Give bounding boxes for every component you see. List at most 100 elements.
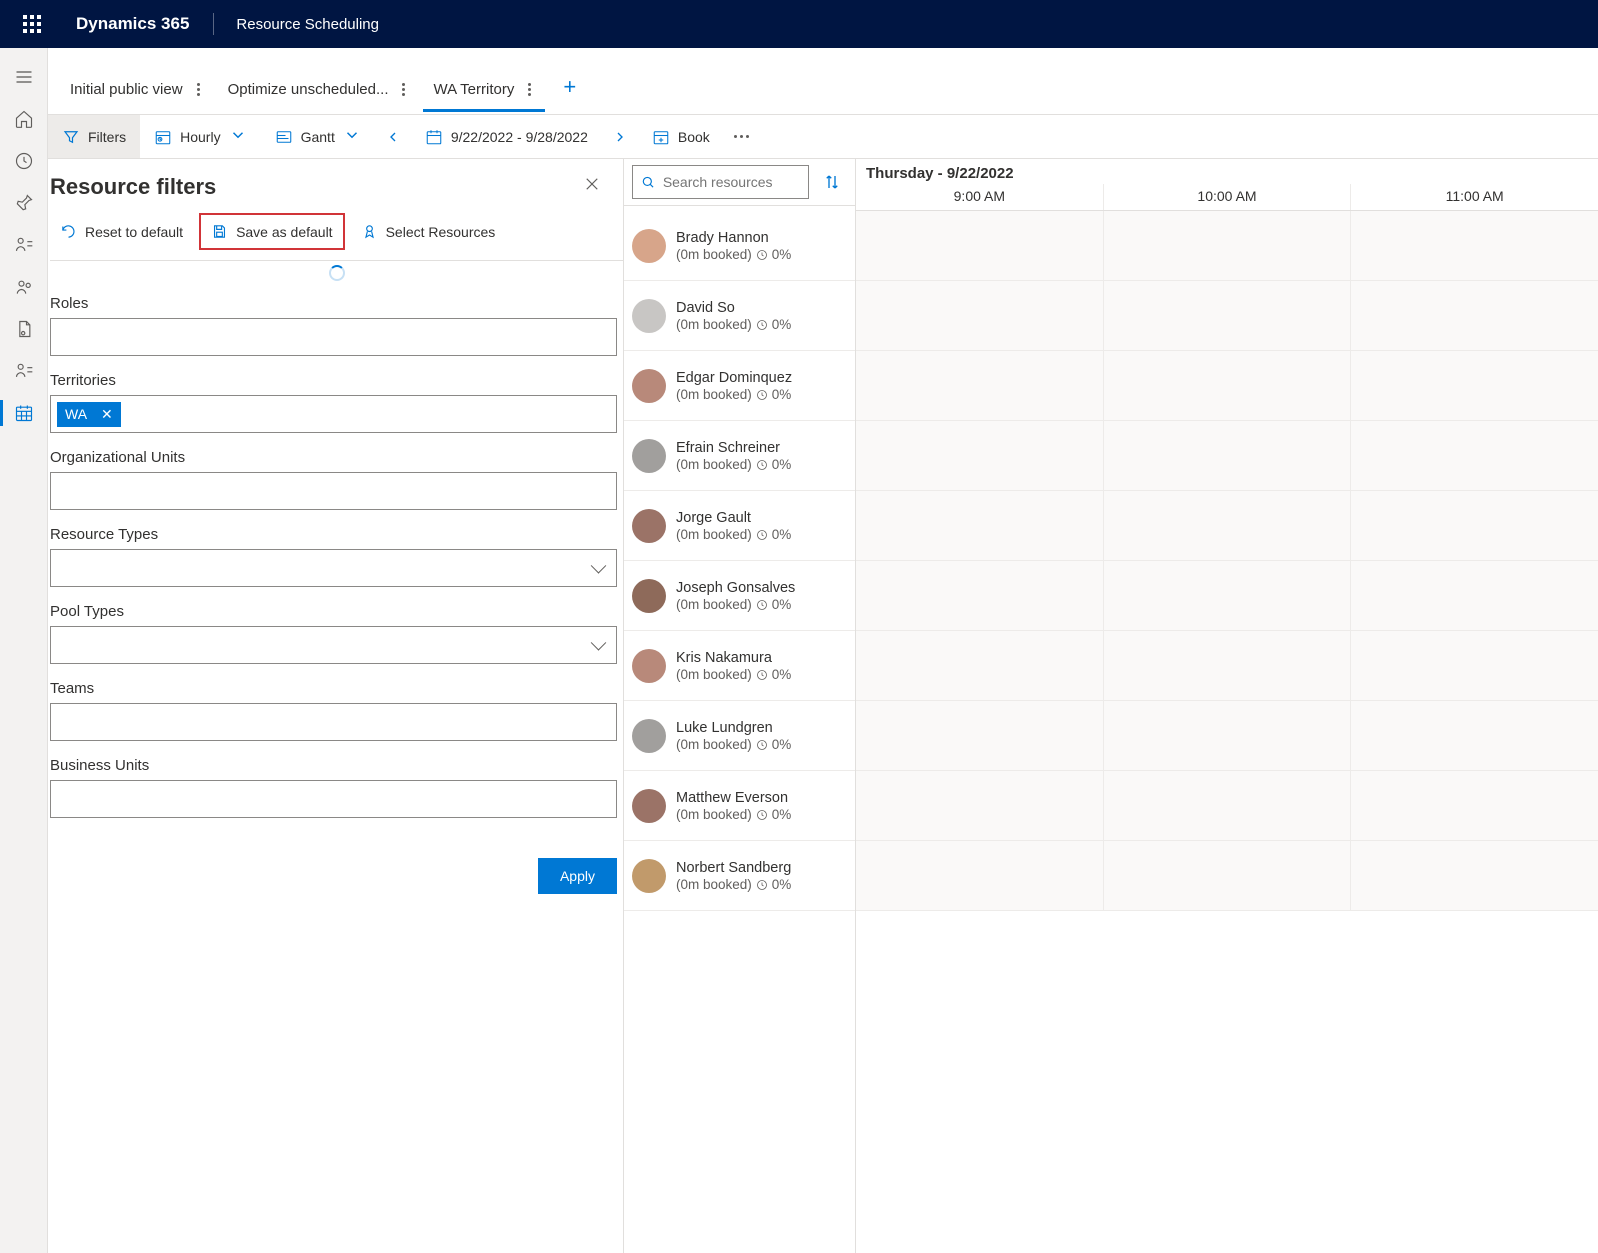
view-tab[interactable]: Initial public view	[60, 71, 214, 112]
apply-button[interactable]: Apply	[538, 858, 617, 894]
resource-row[interactable]: Luke Lundgren(0m booked) 0%	[624, 701, 855, 771]
close-panel-button[interactable]	[575, 171, 609, 203]
timeline-row[interactable]	[856, 211, 1598, 281]
tab-more-button[interactable]	[524, 81, 535, 98]
prev-date-button[interactable]	[375, 129, 411, 145]
timeline-cell[interactable]	[1350, 211, 1598, 280]
timeline-row[interactable]	[856, 421, 1598, 491]
book-button[interactable]: Book	[638, 115, 724, 158]
resource-row[interactable]: Efrain Schreiner(0m booked) 0%	[624, 421, 855, 491]
nav-people-list-2[interactable]	[0, 350, 48, 392]
timeline-row[interactable]	[856, 491, 1598, 561]
layout-dropdown[interactable]: Gantt	[261, 115, 375, 158]
resource-row[interactable]: Matthew Everson(0m booked) 0%	[624, 771, 855, 841]
view-mode-dropdown[interactable]: Hourly	[140, 115, 260, 158]
timeline-cell[interactable]	[856, 351, 1103, 420]
resource-subtitle: (0m booked) 0%	[676, 667, 791, 682]
timeline-cell[interactable]	[1350, 491, 1598, 560]
select-resources-button[interactable]: Select Resources	[351, 215, 506, 248]
resource-row[interactable]: Edgar Dominquez(0m booked) 0%	[624, 351, 855, 421]
timeline-row[interactable]	[856, 281, 1598, 351]
business-units-input[interactable]	[50, 780, 617, 818]
timeline-cell[interactable]	[1103, 771, 1351, 840]
resource-row[interactable]: Joseph Gonsalves(0m booked) 0%	[624, 561, 855, 631]
timeline-cell[interactable]	[1350, 281, 1598, 350]
chip-remove-icon[interactable]: ✕	[101, 406, 113, 423]
timeline-row[interactable]	[856, 561, 1598, 631]
nav-home[interactable]	[0, 98, 48, 140]
nav-document[interactable]	[0, 308, 48, 350]
nav-pinned[interactable]	[0, 182, 48, 224]
resource-types-dropdown[interactable]	[50, 549, 617, 587]
timeline-cell[interactable]	[1350, 561, 1598, 630]
resource-search-input[interactable]	[632, 165, 809, 199]
hour-header: 9:00 AM	[856, 184, 1103, 210]
timeline-cell[interactable]	[856, 281, 1103, 350]
clock-icon	[756, 529, 768, 541]
timeline-cell[interactable]	[1350, 421, 1598, 490]
clock-icon	[756, 319, 768, 331]
timeline-row[interactable]	[856, 701, 1598, 771]
timeline-cell[interactable]	[1350, 771, 1598, 840]
timeline-cell[interactable]	[1103, 561, 1351, 630]
territory-chip[interactable]: WA ✕	[57, 402, 121, 427]
timeline-cell[interactable]	[1103, 351, 1351, 420]
territories-input[interactable]: WA ✕	[50, 395, 617, 433]
resource-row[interactable]: David So(0m booked) 0%	[624, 281, 855, 351]
timeline-cell[interactable]	[1350, 701, 1598, 770]
sort-resources-button[interactable]	[817, 167, 847, 197]
timeline-cell[interactable]	[1350, 631, 1598, 700]
nav-recent[interactable]	[0, 140, 48, 182]
timeline-cell[interactable]	[856, 841, 1103, 910]
timeline-cell[interactable]	[1350, 351, 1598, 420]
nav-resources[interactable]	[0, 266, 48, 308]
nav-collapse-button[interactable]	[0, 56, 48, 98]
pool-types-dropdown[interactable]	[50, 626, 617, 664]
roles-input[interactable]	[50, 318, 617, 356]
timeline-cell[interactable]	[1103, 281, 1351, 350]
view-tab[interactable]: Optimize unscheduled...	[218, 71, 420, 112]
date-range-picker[interactable]: 9/22/2022 - 9/28/2022	[411, 115, 602, 158]
resource-row[interactable]: Norbert Sandberg(0m booked) 0%	[624, 841, 855, 911]
more-actions-button[interactable]	[724, 135, 759, 138]
add-tab-button[interactable]: +	[549, 68, 590, 114]
date-range-label: 9/22/2022 - 9/28/2022	[451, 129, 588, 145]
timeline-cell[interactable]	[1103, 841, 1351, 910]
timeline-cell[interactable]	[856, 631, 1103, 700]
timeline-cell[interactable]	[856, 421, 1103, 490]
view-tab[interactable]: WA Territory	[423, 71, 545, 112]
timeline-cell[interactable]	[856, 771, 1103, 840]
timeline-cell[interactable]	[1103, 211, 1351, 280]
tab-more-button[interactable]	[398, 81, 409, 98]
timeline-cell[interactable]	[856, 561, 1103, 630]
org-units-input[interactable]	[50, 472, 617, 510]
tab-label: WA Territory	[433, 81, 514, 98]
save-default-button[interactable]: Save as default	[199, 213, 345, 250]
reset-default-button[interactable]: Reset to default	[50, 215, 193, 248]
teams-input[interactable]	[50, 703, 617, 741]
nav-people-list[interactable]	[0, 224, 48, 266]
search-field[interactable]	[663, 174, 800, 190]
resource-row[interactable]: Kris Nakamura(0m booked) 0%	[624, 631, 855, 701]
filters-button[interactable]: Filters	[48, 115, 140, 158]
timeline-row[interactable]	[856, 351, 1598, 421]
timeline-cell[interactable]	[856, 491, 1103, 560]
select-label: Select Resources	[386, 224, 496, 240]
timeline-cell[interactable]	[856, 211, 1103, 280]
resource-row[interactable]: Brady Hannon(0m booked) 0%	[624, 211, 855, 281]
next-date-button[interactable]	[602, 129, 638, 145]
resource-name: Joseph Gonsalves	[676, 579, 795, 598]
timeline-cell[interactable]	[1350, 841, 1598, 910]
timeline-row[interactable]	[856, 631, 1598, 701]
timeline-cell[interactable]	[1103, 631, 1351, 700]
timeline-row[interactable]	[856, 841, 1598, 911]
timeline-cell[interactable]	[856, 701, 1103, 770]
timeline-cell[interactable]	[1103, 491, 1351, 560]
app-launcher-button[interactable]	[8, 0, 56, 48]
nav-schedule-board[interactable]	[0, 392, 48, 434]
resource-row[interactable]: Jorge Gault(0m booked) 0%	[624, 491, 855, 561]
timeline-cell[interactable]	[1103, 701, 1351, 770]
timeline-cell[interactable]	[1103, 421, 1351, 490]
tab-more-button[interactable]	[193, 81, 204, 98]
timeline-row[interactable]	[856, 771, 1598, 841]
